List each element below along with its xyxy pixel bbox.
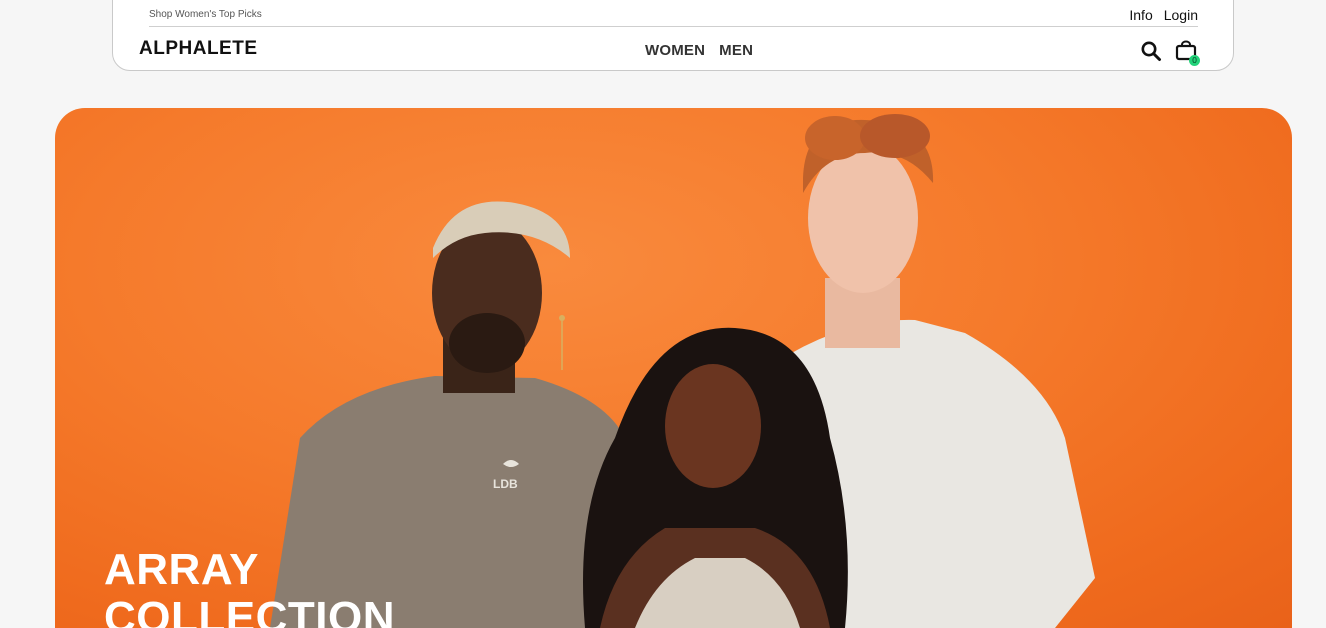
promo-banner-link[interactable]: Shop Women's Top Picks: [149, 9, 262, 20]
header-icons: 0: [1140, 40, 1200, 66]
header-divider: [149, 26, 1198, 27]
hero-title: ARRAY COLLECTION: [104, 546, 395, 628]
utility-links: Info Login: [1129, 7, 1198, 23]
hero-banner[interactable]: LDB ARRAY COLLECTION: [55, 108, 1292, 628]
shirt-print-text: LDB: [493, 477, 518, 491]
main-nav: WOMEN MEN: [645, 42, 753, 59]
shopping-bag-icon[interactable]: 0: [1175, 40, 1200, 66]
nav-men[interactable]: MEN: [719, 42, 753, 59]
login-link[interactable]: Login: [1164, 7, 1198, 23]
hero-title-line2: COLLECTION: [104, 593, 395, 628]
search-icon[interactable]: [1140, 40, 1162, 62]
model-center: [583, 327, 848, 628]
site-header: Shop Women's Top Picks Info Login ALPHAL…: [112, 0, 1234, 71]
brand-logo[interactable]: ALPHALETE: [139, 38, 258, 60]
info-link[interactable]: Info: [1129, 7, 1152, 23]
hero-title-line1: ARRAY: [104, 545, 259, 594]
cart-count-badge: 0: [1189, 55, 1200, 66]
nav-women[interactable]: WOMEN: [645, 42, 705, 59]
